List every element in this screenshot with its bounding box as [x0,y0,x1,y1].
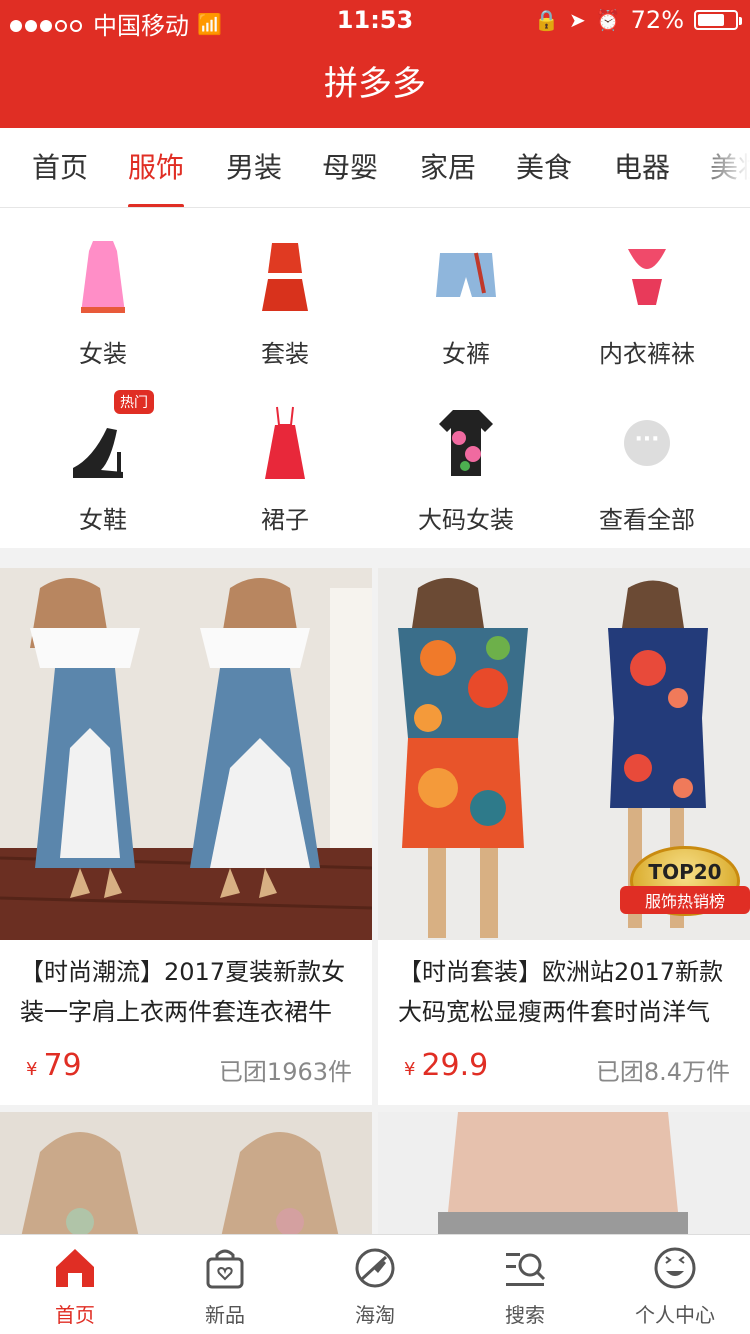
badge-label: 服饰热销榜 [620,886,750,914]
subcategory-label: 裙子 [261,506,309,534]
price-value: 29.9 [421,1048,489,1083]
product-price: ¥29.9 [404,1048,488,1083]
app-title: 拼多多 [0,40,750,128]
product-card[interactable] [0,1112,372,1242]
subcategory-label: 大码女装 [418,506,514,534]
bag-icon [202,1245,248,1291]
category-tabs: 首页 服饰 男装 母婴 家居 美食 电器 美妆 [0,128,750,208]
tabbar-label: 新品 [205,1303,245,1327]
currency-symbol: ¥ [404,1059,416,1080]
product-card[interactable] [378,1112,750,1242]
tabbar-new[interactable]: 新品 [150,1245,300,1328]
tabbar-label: 搜索 [505,1303,545,1327]
shorts-icon [421,232,511,322]
subcategory-sets[interactable]: 套装 [195,232,375,369]
tab-food[interactable]: 美食 [516,128,572,207]
subcategory-women[interactable]: 女装 [13,232,193,369]
tabbar-home[interactable]: 首页 [0,1245,150,1328]
product-card[interactable]: TOP20 服饰热销榜 【时尚套装】欧洲站2017新款大码宽松显瘦两件套时尚洋气… [378,568,750,1105]
subcategory-skirts[interactable]: 裙子 [195,398,375,535]
smile-icon [652,1245,698,1291]
tabs-fade [690,128,750,207]
currency-symbol: ¥ [26,1059,38,1080]
home-icon [52,1245,98,1291]
subcategory-label: 套装 [261,340,309,368]
battery-icon [694,10,742,30]
alarm-icon: ⏰ [595,8,621,32]
tabbar-overseas[interactable]: 海淘 [300,1245,450,1328]
product-image [0,568,372,940]
subcategory-lingerie[interactable]: 内衣裤袜 [557,232,737,369]
tab-appliances[interactable]: 电器 [614,128,670,207]
subcategory-pants[interactable]: 女裤 [376,232,556,369]
price-value: 79 [43,1048,82,1083]
subcategory-label: 女装 [79,340,127,368]
subcategory-label: 女鞋 [79,506,127,534]
tab-home[interactable]: 首页 [32,128,88,207]
product-title: 【时尚潮流】2017夏装新款女装一字肩上衣两件套连衣裙牛 [20,958,346,1026]
product-image: TOP20 服饰热销榜 [378,568,750,940]
two-piece-icon [240,232,330,322]
globe-plane-icon [352,1245,398,1291]
tab-baby[interactable]: 母婴 [322,128,378,207]
subcategory-label: 女裤 [442,340,490,368]
tab-menswear[interactable]: 男装 [226,128,282,207]
subcategory-grid: 女装 套装 女裤 内衣裤袜 热门 女鞋 裙子 大码女装 ··· 查看全部 [0,208,750,548]
product-title: 【时尚套装】欧洲站2017新款大码宽松显瘦两件套时尚洋气 [398,958,724,1026]
top20-badge: TOP20 服饰热销榜 [620,836,750,916]
slip-dress-icon [240,398,330,488]
tabbar-label: 个人中心 [635,1303,715,1327]
tabbar-profile[interactable]: 个人中心 [600,1245,750,1328]
subcategory-view-all[interactable]: ··· 查看全部 [557,398,737,535]
product-price: ¥79 [26,1048,82,1083]
orientation-lock-icon: 🔒 [534,8,559,32]
bottom-tab-bar: 首页 新品 海淘 搜索 个人中心 [0,1234,750,1334]
status-right: 🔒 ➤ ⏰ 72% [534,6,742,34]
status-bar: 中国移动 📶 11:53 🔒 ➤ ⏰ 72% [0,0,750,40]
tabbar-search[interactable]: 搜索 [450,1245,600,1328]
subcategory-label: 内衣裤袜 [599,340,695,368]
subcategory-plus-size[interactable]: 大码女装 [376,398,556,535]
search-icon [502,1245,548,1291]
more-icon: ··· [602,398,692,488]
tab-home-living[interactable]: 家居 [420,128,476,207]
product-image [378,1112,750,1242]
sold-count: 已团1963件 [218,1058,352,1086]
badge-rank: TOP20 [648,860,722,884]
floral-shirt-icon [421,398,511,488]
tabbar-label: 海淘 [355,1303,395,1327]
product-card[interactable]: 【时尚潮流】2017夏装新款女装一字肩上衣两件套连衣裙牛 ¥79 已团1963件 [0,568,372,1105]
heel-icon: 热门 [58,390,154,488]
tab-apparel[interactable]: 服饰 [128,128,185,207]
sold-count: 已团8.4万件 [595,1058,730,1086]
tabbar-label: 首页 [55,1303,95,1327]
location-icon: ➤ [568,8,586,32]
hot-badge: 热门 [114,390,154,414]
dress-icon [58,232,148,322]
battery-percent: 72% [630,6,684,34]
subcategory-label: 查看全部 [599,506,695,534]
lingerie-icon [602,232,692,322]
subcategory-shoes[interactable]: 热门 女鞋 [13,390,193,535]
product-image [0,1112,372,1242]
